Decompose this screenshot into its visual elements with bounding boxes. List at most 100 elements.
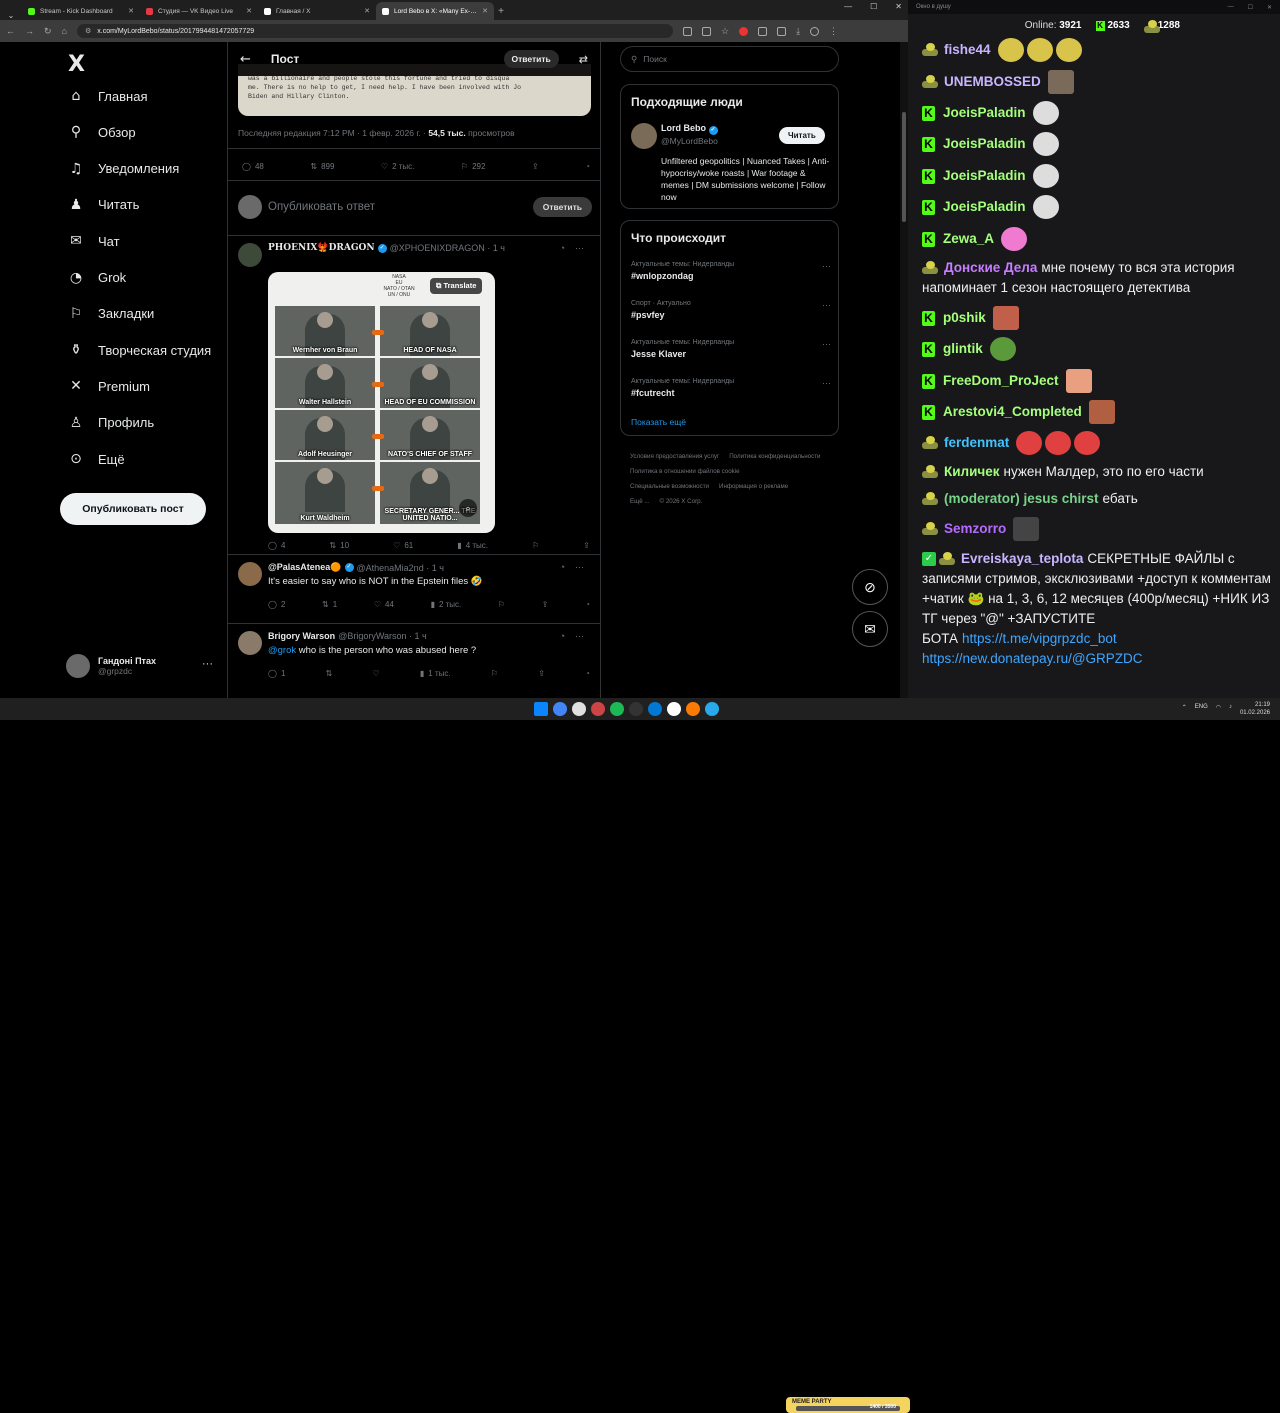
repost-action[interactable]: ⇅ xyxy=(326,669,333,678)
tweet-handle[interactable]: @XPHOENIXDRAGON · 1 ч xyxy=(390,243,505,253)
chat-link[interactable]: https://t.me/vipgrpzdc_bot xyxy=(962,631,1117,646)
person-name[interactable]: Lord Bebo ✓ xyxy=(661,123,718,135)
footer-link[interactable]: © 2026 X Corp. xyxy=(660,498,703,505)
person-avatar[interactable] xyxy=(631,123,657,149)
search-input[interactable]: ⚲ Поиск xyxy=(620,46,839,72)
install-icon[interactable] xyxy=(701,26,711,36)
new-tab-button[interactable]: + xyxy=(494,6,508,20)
trend-item[interactable]: Актуальные темы: Нидерланды #wnlopzondag ·… xyxy=(631,261,831,281)
chat-username[interactable]: JoeisPaladin xyxy=(943,105,1026,120)
repost-action[interactable]: ⇅ 10 xyxy=(329,541,349,550)
chat-username[interactable]: p0shik xyxy=(943,310,986,325)
sidebar-item-follow[interactable]: ♟ Читать xyxy=(68,197,140,213)
bookmark-star-icon[interactable]: ☆ xyxy=(721,26,729,37)
sidebar-item-profile[interactable]: ♙ Профиль xyxy=(68,415,154,431)
chat-username[interactable]: JoeisPaladin xyxy=(943,199,1026,214)
share-action[interactable]: ⇪ xyxy=(538,669,545,678)
minimize-button[interactable]: — xyxy=(1228,4,1234,11)
chat-username[interactable]: FreeDom_ProJect xyxy=(943,373,1059,388)
taskbar-app-icon[interactable] xyxy=(629,702,643,716)
trend-more-icon[interactable]: ··· xyxy=(822,261,831,271)
footer-link[interactable]: Специальные возможности xyxy=(630,483,709,490)
account-switcher[interactable]: Гандоні Птах @grpzdc ··· xyxy=(66,654,213,678)
taskbar-app-icon[interactable] xyxy=(705,702,719,716)
chat-username[interactable]: Киличек xyxy=(944,464,1000,479)
reply-tweet[interactable]: Brigory Warson @BrigoryWarson · 1 ч ◔ ···… xyxy=(238,631,592,691)
chat-username[interactable]: glintik xyxy=(943,341,983,356)
tweet-meme-image[interactable]: NASA EU NATO / OTAN UN / ONU Wernher von… xyxy=(268,272,495,533)
chat-username[interactable]: Semzorro xyxy=(944,521,1006,536)
back-icon[interactable]: ← xyxy=(6,26,15,36)
chat-username[interactable]: fishe44 xyxy=(944,42,991,57)
sidebar-item-bookmark[interactable]: ⚐ Закладки xyxy=(68,306,155,322)
chat-username[interactable]: Донские Дела xyxy=(944,260,1037,275)
account-more-icon[interactable]: ··· xyxy=(202,658,213,670)
maximize-button[interactable]: ☐ xyxy=(1248,4,1253,11)
sidebar-item-grok[interactable]: ◔ Grok xyxy=(68,270,126,286)
sidebar-item-mail[interactable]: ✉ Чат xyxy=(68,233,119,249)
messages-float-icon[interactable]: ✉ xyxy=(852,611,888,647)
chat-username[interactable]: Zewa_A xyxy=(943,231,994,246)
tweet-avatar[interactable] xyxy=(238,631,262,655)
taskbar-app-icon[interactable] xyxy=(534,702,548,716)
like-action[interactable]: ♡ 61 xyxy=(393,541,413,550)
follow-button[interactable]: Читать xyxy=(779,127,825,144)
trend-more-icon[interactable]: ··· xyxy=(822,300,831,310)
footer-link[interactable]: Условия предоставления услуг xyxy=(630,453,719,460)
chat-username[interactable]: UNEMBOSSED xyxy=(944,74,1041,89)
tab-close-icon[interactable]: ✕ xyxy=(364,7,370,15)
footer-link[interactable]: Ещё ... xyxy=(630,498,650,505)
tab-close-icon[interactable]: ✕ xyxy=(128,7,134,15)
like-action[interactable]: ♡ 2 тыс. xyxy=(381,162,414,171)
reply-tweet[interactable]: @PalasAtenea🟠 ✓ @AthenaMia2nd · 1 ч ◔ ···… xyxy=(238,562,592,618)
volume-icon[interactable]: ♪ xyxy=(1229,704,1232,711)
views-action[interactable]: ▮ 4 тыс. xyxy=(457,541,488,550)
taskbar-app-icon[interactable] xyxy=(610,702,624,716)
share-action[interactable]: ⇪ xyxy=(583,541,590,550)
reply-action[interactable]: ◯ 48 xyxy=(242,162,264,171)
trend-item[interactable]: Актуальные темы: Нидерланды Jesse Klaver ·… xyxy=(631,339,831,359)
tab-search-icon[interactable]: ⌄ xyxy=(0,11,22,20)
compose-reply-button[interactable]: Ответить xyxy=(532,197,592,217)
reload-icon[interactable]: ↻ xyxy=(44,26,52,37)
views-action[interactable]: ▮ 1 тыс. xyxy=(420,669,451,678)
site-info-icon[interactable]: ⚙ xyxy=(85,27,91,35)
extension-icon[interactable] xyxy=(758,26,768,36)
bookmark-action[interactable]: ⚐ xyxy=(491,669,498,678)
url-field[interactable]: ⚙ x.com/MyLordBebo/status/20179944814720… xyxy=(76,24,673,38)
chat-username[interactable]: JoeisPaladin xyxy=(943,168,1026,183)
bookmark-action[interactable]: ⚐ 292 xyxy=(461,162,486,171)
grok-icon[interactable]: ◔ xyxy=(560,562,565,572)
like-action[interactable]: ♡ xyxy=(373,669,380,678)
browser-menu-icon[interactable]: ⋮ xyxy=(829,26,838,37)
share-action[interactable]: ⇪ xyxy=(542,600,549,609)
more-icon[interactable]: ··· xyxy=(575,631,584,641)
trend-more-icon[interactable]: ··· xyxy=(822,339,831,349)
views-action[interactable]: ▮ 2 тыс. xyxy=(431,600,462,609)
sidebar-item-bell[interactable]: ♫ Уведомления xyxy=(68,161,180,177)
bookmark-action[interactable]: ⚐ xyxy=(532,541,539,550)
filter-icon[interactable]: ⇄ xyxy=(579,53,588,66)
extension-red-icon[interactable] xyxy=(739,26,749,36)
forward-icon[interactable]: → xyxy=(25,26,34,36)
sidebar-item-more[interactable]: ⊙ Ещё xyxy=(68,451,124,467)
tweet-author[interactable]: @PalasAtenea🟠 xyxy=(268,562,342,573)
publish-post-button[interactable]: Опубликовать пост xyxy=(60,493,206,525)
more-icon[interactable]: ··· xyxy=(575,243,584,253)
browser-tab[interactable]: Lord Bebo в X: «Many Ex-NAS ✕ xyxy=(376,2,494,20)
sidebar-item-studio[interactable]: ⚱ Творческая студия xyxy=(68,342,211,358)
chat-link[interactable]: https://new.donatepay.ru/@GRPZDC xyxy=(922,651,1143,666)
browser-tab[interactable]: Главная / X ✕ xyxy=(258,2,376,20)
tweet-avatar[interactable] xyxy=(238,562,262,586)
chat-username[interactable]: (moderator) jesus chirst xyxy=(944,491,1099,506)
close-window-button[interactable]: ✕ xyxy=(1267,4,1272,11)
taskbar-app-icon[interactable] xyxy=(553,702,567,716)
reply-action[interactable]: ◯ 1 xyxy=(268,669,285,678)
sidebar-item-premium[interactable]: ✕ Premium xyxy=(68,378,150,394)
sidebar-item-search[interactable]: ⚲ Обзор xyxy=(68,124,136,140)
show-more-link[interactable]: Показать ещё xyxy=(631,417,686,427)
taskbar-app-icon[interactable] xyxy=(572,702,586,716)
bookmark-action[interactable]: ⚐ xyxy=(498,600,505,609)
chat-username[interactable]: JoeisPaladin xyxy=(943,136,1026,151)
back-arrow-icon[interactable]: ← xyxy=(240,52,251,67)
